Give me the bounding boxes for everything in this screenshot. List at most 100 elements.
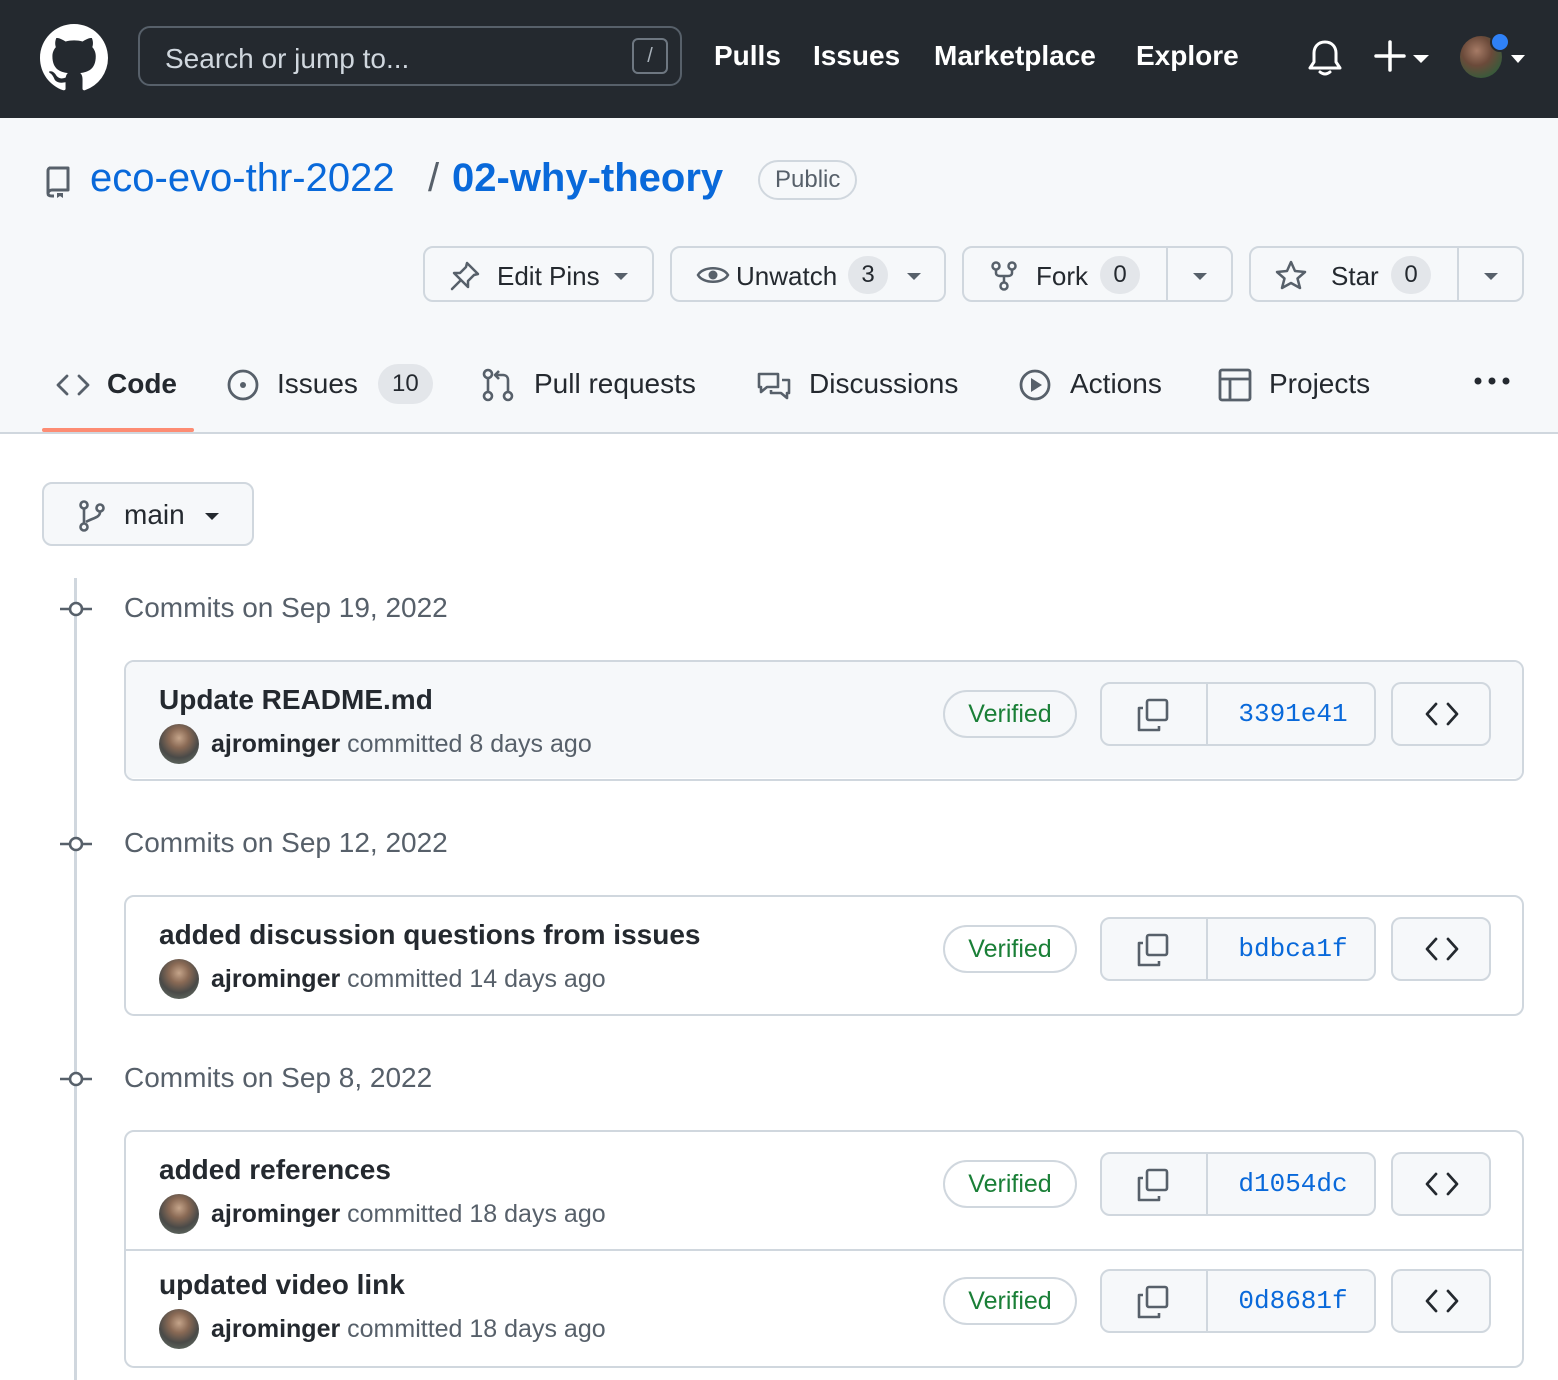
tab-pull-requests[interactable]: Pull requests — [482, 366, 712, 406]
more-horizontal-icon[interactable] — [1474, 376, 1510, 386]
code-icon — [1425, 702, 1459, 726]
tab-pull-requests-label: Pull requests — [534, 368, 696, 399]
commit-meta: ajrominger committed 8 days ago — [211, 730, 592, 759]
browse-repo-at-commit-button[interactable] — [1391, 1269, 1491, 1333]
button-divider — [1457, 248, 1459, 300]
copy-sha-button[interactable] — [1102, 919, 1208, 979]
commit-time-text: committed 18 days ago — [340, 1200, 606, 1228]
commit-sha-group: d1054dc — [1100, 1152, 1376, 1216]
active-tab-indicator — [42, 428, 194, 432]
commit-meta: ajrominger committed 18 days ago — [211, 1200, 606, 1229]
copy-sha-button[interactable] — [1102, 684, 1208, 744]
commit-sha-group: bdbca1f — [1100, 917, 1376, 981]
nav-explore-link[interactable]: Explore — [1136, 40, 1239, 72]
tab-projects[interactable]: Projects — [1218, 366, 1388, 406]
verified-badge[interactable]: Verified — [943, 925, 1077, 973]
repo-path-separator: / — [428, 156, 440, 200]
tab-projects-label: Projects — [1269, 368, 1371, 399]
tab-issues-label: Issues — [277, 368, 358, 399]
copy-sha-button[interactable] — [1102, 1154, 1208, 1214]
tab-discussions[interactable]: Discussions — [756, 366, 976, 406]
plus-icon[interactable] — [1374, 38, 1406, 74]
commit-author-link[interactable]: ajrominger — [211, 1315, 340, 1343]
verified-badge[interactable]: Verified — [943, 1160, 1077, 1208]
search-placeholder: Search or jump to... — [165, 43, 410, 74]
eye-icon — [696, 267, 730, 283]
chevron-down-icon[interactable] — [1192, 272, 1208, 281]
commit-author-link[interactable]: ajrominger — [211, 730, 340, 758]
commit-sha-link[interactable]: d1054dc — [1210, 1169, 1376, 1199]
verified-badge[interactable]: Verified — [943, 690, 1077, 738]
fork-icon — [991, 261, 1017, 291]
search-input[interactable]: Search or jump to... / — [138, 26, 682, 86]
commit-row: added discussion questions from issues a… — [126, 897, 1522, 1013]
discussions-icon — [757, 372, 791, 400]
commit-title-link[interactable]: updated video link — [159, 1269, 405, 1301]
verified-badge[interactable]: Verified — [943, 1277, 1077, 1325]
copy-icon — [1137, 933, 1169, 967]
tab-code[interactable]: Code — [56, 366, 186, 406]
avatar[interactable] — [159, 959, 199, 999]
avatar[interactable] — [159, 1194, 199, 1234]
unwatch-button[interactable]: Unwatch 3 — [670, 246, 946, 302]
commit-row: added references ajrominger committed 18… — [126, 1132, 1522, 1248]
avatar[interactable] — [159, 1309, 199, 1349]
edit-pins-button[interactable]: Edit Pins — [423, 246, 654, 302]
commit-time-text: committed 18 days ago — [340, 1315, 606, 1343]
commit-day-heading: Commits on Sep 12, 2022 — [124, 827, 448, 858]
notification-dot — [1490, 32, 1510, 52]
repo-icon — [46, 166, 70, 198]
tab-actions[interactable]: Actions — [1018, 366, 1178, 406]
copy-icon — [1137, 698, 1169, 732]
commit-meta: ajrominger committed 18 days ago — [211, 1315, 606, 1344]
nav-issues-link[interactable]: Issues — [813, 40, 900, 72]
browse-repo-at-commit-button[interactable] — [1391, 917, 1491, 981]
commit-author-link[interactable]: ajrominger — [211, 965, 340, 993]
browse-repo-at-commit-button[interactable] — [1391, 682, 1491, 746]
commit-title-link[interactable]: added discussion questions from issues — [159, 919, 700, 951]
commit-author-link[interactable]: ajrominger — [211, 1200, 340, 1228]
branch-select-button[interactable]: main — [42, 482, 254, 546]
commit-row: Update README.md ajrominger committed 8 … — [126, 662, 1522, 778]
tab-issues[interactable]: Issues 10 — [226, 364, 436, 406]
commit-title-link[interactable]: Update README.md — [159, 684, 433, 716]
commit-sha-link[interactable]: 3391e41 — [1210, 699, 1376, 729]
browse-repo-at-commit-button[interactable] — [1391, 1152, 1491, 1216]
button-divider — [1166, 248, 1168, 300]
commit-sha-link[interactable]: bdbca1f — [1210, 934, 1376, 964]
timeline-line — [74, 578, 77, 1380]
fork-count: 0 — [1100, 256, 1140, 294]
chevron-down-icon[interactable] — [1510, 54, 1526, 64]
github-logo-icon[interactable] — [40, 24, 108, 92]
commit-group: Update README.md ajrominger committed 8 … — [124, 660, 1524, 781]
play-icon — [1019, 369, 1051, 401]
edit-pins-label: Edit Pins — [497, 261, 600, 291]
repo-name-link[interactable]: 02-why-theory — [452, 156, 723, 201]
copy-icon — [1137, 1285, 1169, 1319]
commit-row: updated video link ajrominger committed … — [126, 1249, 1522, 1365]
avatar[interactable] — [159, 724, 199, 764]
chevron-down-icon — [205, 513, 219, 520]
star-label[interactable]: Star — [1331, 261, 1379, 292]
pull-request-icon — [482, 368, 514, 402]
copy-sha-button[interactable] — [1102, 1271, 1208, 1331]
chevron-down-icon — [614, 273, 628, 280]
copy-icon — [1137, 1168, 1169, 1202]
global-header: Search or jump to... / Pulls Issues Mark… — [0, 0, 1558, 118]
bell-icon[interactable] — [1306, 38, 1344, 78]
unwatch-label: Unwatch — [736, 261, 838, 291]
issues-count: 10 — [378, 364, 433, 404]
chevron-down-icon[interactable] — [1483, 272, 1499, 281]
commit-day-heading: Commits on Sep 19, 2022 — [124, 592, 448, 623]
commit-sha-link[interactable]: 0d8681f — [1210, 1286, 1376, 1316]
nav-pulls-link[interactable]: Pulls — [714, 40, 781, 72]
chevron-down-icon[interactable] — [1412, 54, 1430, 64]
commit-title-link[interactable]: added references — [159, 1154, 391, 1186]
commit-day-heading: Commits on Sep 8, 2022 — [124, 1062, 433, 1093]
repo-owner-link[interactable]: eco-evo-thr-2022 — [90, 156, 395, 201]
watch-count: 3 — [848, 256, 888, 294]
star-icon — [1275, 260, 1307, 290]
commit-time-text: committed 14 days ago — [340, 965, 606, 993]
fork-label[interactable]: Fork — [1036, 261, 1088, 292]
nav-marketplace-link[interactable]: Marketplace — [934, 40, 1096, 72]
